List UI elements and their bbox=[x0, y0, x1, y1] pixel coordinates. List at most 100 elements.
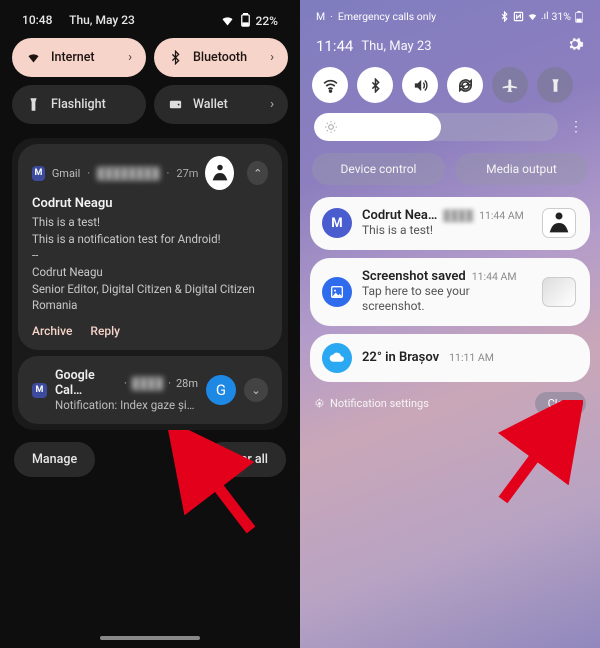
notification-body: Screenshot saved 11:44 AM Tap here to se… bbox=[362, 269, 532, 315]
gmail-icon: M bbox=[322, 208, 352, 238]
screenshot-notification[interactable]: Screenshot saved 11:44 AM Tap here to se… bbox=[310, 258, 590, 326]
carrier: M bbox=[316, 10, 325, 23]
settings-button[interactable] bbox=[566, 35, 584, 57]
sender-blurred: ████ bbox=[443, 209, 473, 222]
cloud-icon bbox=[329, 349, 346, 366]
home-indicator[interactable] bbox=[100, 636, 200, 640]
brightness-slider[interactable] bbox=[314, 113, 558, 141]
weather-notification[interactable]: 22° in Brașov 11:11 AM bbox=[310, 334, 590, 382]
notification-time: 11:11 AM bbox=[449, 351, 494, 364]
battery-icon bbox=[574, 11, 584, 23]
notification-settings-link[interactable]: Notification settings bbox=[314, 397, 429, 410]
avatar bbox=[542, 208, 576, 238]
tile-internet[interactable]: Internet › bbox=[12, 38, 146, 77]
calendar-icon: M bbox=[32, 383, 47, 398]
reply-button[interactable]: Reply bbox=[90, 324, 120, 338]
image-icon bbox=[329, 284, 345, 300]
tile-label: Wallet bbox=[193, 97, 228, 112]
notification-time: 27m bbox=[176, 167, 198, 180]
sun-icon bbox=[324, 120, 338, 134]
bluetooth-icon bbox=[168, 50, 183, 65]
battery-text: 22% bbox=[256, 14, 278, 28]
clear-all-button[interactable]: Clear all bbox=[205, 442, 286, 477]
wallet-icon bbox=[168, 97, 183, 112]
tile-label: Internet bbox=[51, 50, 95, 65]
tile-flashlight[interactable]: Flashlight bbox=[12, 85, 146, 124]
wifi-icon bbox=[322, 77, 339, 94]
notification-title: 22° in Brașov bbox=[362, 350, 439, 365]
screenshot-thumbnail bbox=[542, 277, 576, 307]
brightness-fill bbox=[314, 113, 441, 141]
sender-blurred: ████ bbox=[132, 377, 163, 390]
app-name: Google Cal… bbox=[55, 368, 119, 398]
chevron-right-icon: › bbox=[270, 97, 274, 112]
clear-button[interactable]: Clear bbox=[535, 392, 586, 415]
notification-text: Google Cal… · ████ · 28m Notification: I… bbox=[55, 368, 198, 412]
wide-buttons: Device control Media output bbox=[310, 153, 590, 197]
tile-bluetooth[interactable]: Bluetooth › bbox=[154, 38, 288, 77]
chevron-right-icon: › bbox=[128, 50, 132, 65]
notification-title: Screenshot saved bbox=[362, 269, 466, 284]
bottom-buttons: Manage Clear all bbox=[12, 442, 288, 477]
qs-sound[interactable] bbox=[402, 67, 438, 103]
screenshot-icon bbox=[322, 277, 352, 307]
avatar-graphic-icon bbox=[209, 162, 231, 184]
status-bar: 10:48 Thu, May 23 22% bbox=[12, 10, 288, 38]
notification-title: Codrut Nea… bbox=[362, 208, 437, 223]
sender-blurred: ████████ bbox=[97, 167, 159, 180]
rotate-icon bbox=[457, 77, 474, 94]
battery-icon bbox=[238, 13, 253, 28]
settings-label: Notification settings bbox=[330, 397, 429, 410]
media-output-button[interactable]: Media output bbox=[455, 153, 588, 185]
notification-actions: Archive Reply bbox=[32, 324, 268, 338]
tile-label: Flashlight bbox=[51, 97, 106, 112]
brightness-row: ⋮ bbox=[310, 113, 590, 153]
gmail-notification[interactable]: M Gmail · ████████ · 27m ⌃ Codrut Neagu … bbox=[18, 144, 282, 350]
gear-icon bbox=[566, 35, 584, 53]
nfc-icon bbox=[513, 11, 524, 22]
time-row: 11:44 Thu, May 23 bbox=[310, 29, 590, 67]
wifi-icon bbox=[527, 11, 538, 22]
more-button[interactable]: ⋮ bbox=[566, 119, 586, 135]
clock-date: Thu, May 23 bbox=[361, 39, 431, 54]
notification-time: 11:44 AM bbox=[479, 209, 524, 222]
notification-time: 28m bbox=[176, 377, 198, 390]
notification-body: This is a test! This is a notification t… bbox=[32, 214, 268, 314]
avatar bbox=[205, 156, 234, 190]
tile-label: Bluetooth bbox=[193, 50, 247, 65]
battery-text: 31% bbox=[552, 10, 572, 23]
avatar-graphic-icon bbox=[543, 209, 575, 237]
qs-rotate[interactable] bbox=[447, 67, 483, 103]
quick-tiles: Internet › Bluetooth › Flashlight Wallet… bbox=[12, 38, 288, 124]
footer: Notification settings Clear bbox=[310, 382, 590, 425]
notification-body: Notification: Index gaze și cure… bbox=[55, 398, 195, 412]
notification-header: M Gmail · ████████ · 27m ⌃ bbox=[32, 156, 268, 190]
app-name: Gmail bbox=[52, 167, 80, 180]
calendar-notification[interactable]: M Google Cal… · ████ · 28m Notification:… bbox=[18, 356, 282, 424]
gear-icon bbox=[314, 398, 325, 409]
notifications: M Codrut Nea… ████ 11:44 AM This is a te… bbox=[310, 197, 590, 382]
sound-icon bbox=[412, 77, 429, 94]
expand-button[interactable]: ⌄ bbox=[244, 378, 268, 402]
qs-wifi[interactable] bbox=[312, 67, 348, 103]
notification-body: 22° in Brașov 11:11 AM bbox=[362, 350, 576, 365]
device-control-button[interactable]: Device control bbox=[312, 153, 445, 185]
qs-bluetooth[interactable] bbox=[357, 67, 393, 103]
status-right: .ıl 31% bbox=[499, 10, 584, 23]
qs-flashlight[interactable] bbox=[537, 67, 573, 103]
status-date: Thu, May 23 bbox=[69, 13, 135, 27]
notification-group: M Gmail · ████████ · 27m ⌃ Codrut Neagu … bbox=[12, 138, 288, 430]
bluetooth-icon bbox=[499, 11, 510, 22]
tile-wallet[interactable]: Wallet › bbox=[154, 85, 288, 124]
qs-airplane[interactable] bbox=[492, 67, 528, 103]
collapse-button[interactable]: ⌃ bbox=[247, 161, 268, 185]
status-time-date: 10:48 Thu, May 23 bbox=[22, 13, 135, 28]
chevron-right-icon: › bbox=[270, 50, 274, 65]
status-bar: M · Emergency calls only .ıl 31% bbox=[310, 10, 590, 29]
manage-button[interactable]: Manage bbox=[14, 442, 95, 477]
bluetooth-icon bbox=[368, 78, 383, 93]
archive-button[interactable]: Archive bbox=[32, 324, 72, 338]
clock-time: 11:44 bbox=[316, 37, 353, 55]
gmail-notification[interactable]: M Codrut Nea… ████ 11:44 AM This is a te… bbox=[310, 197, 590, 250]
samsung-pane: M · Emergency calls only .ıl 31% 11:44 T… bbox=[300, 0, 600, 648]
